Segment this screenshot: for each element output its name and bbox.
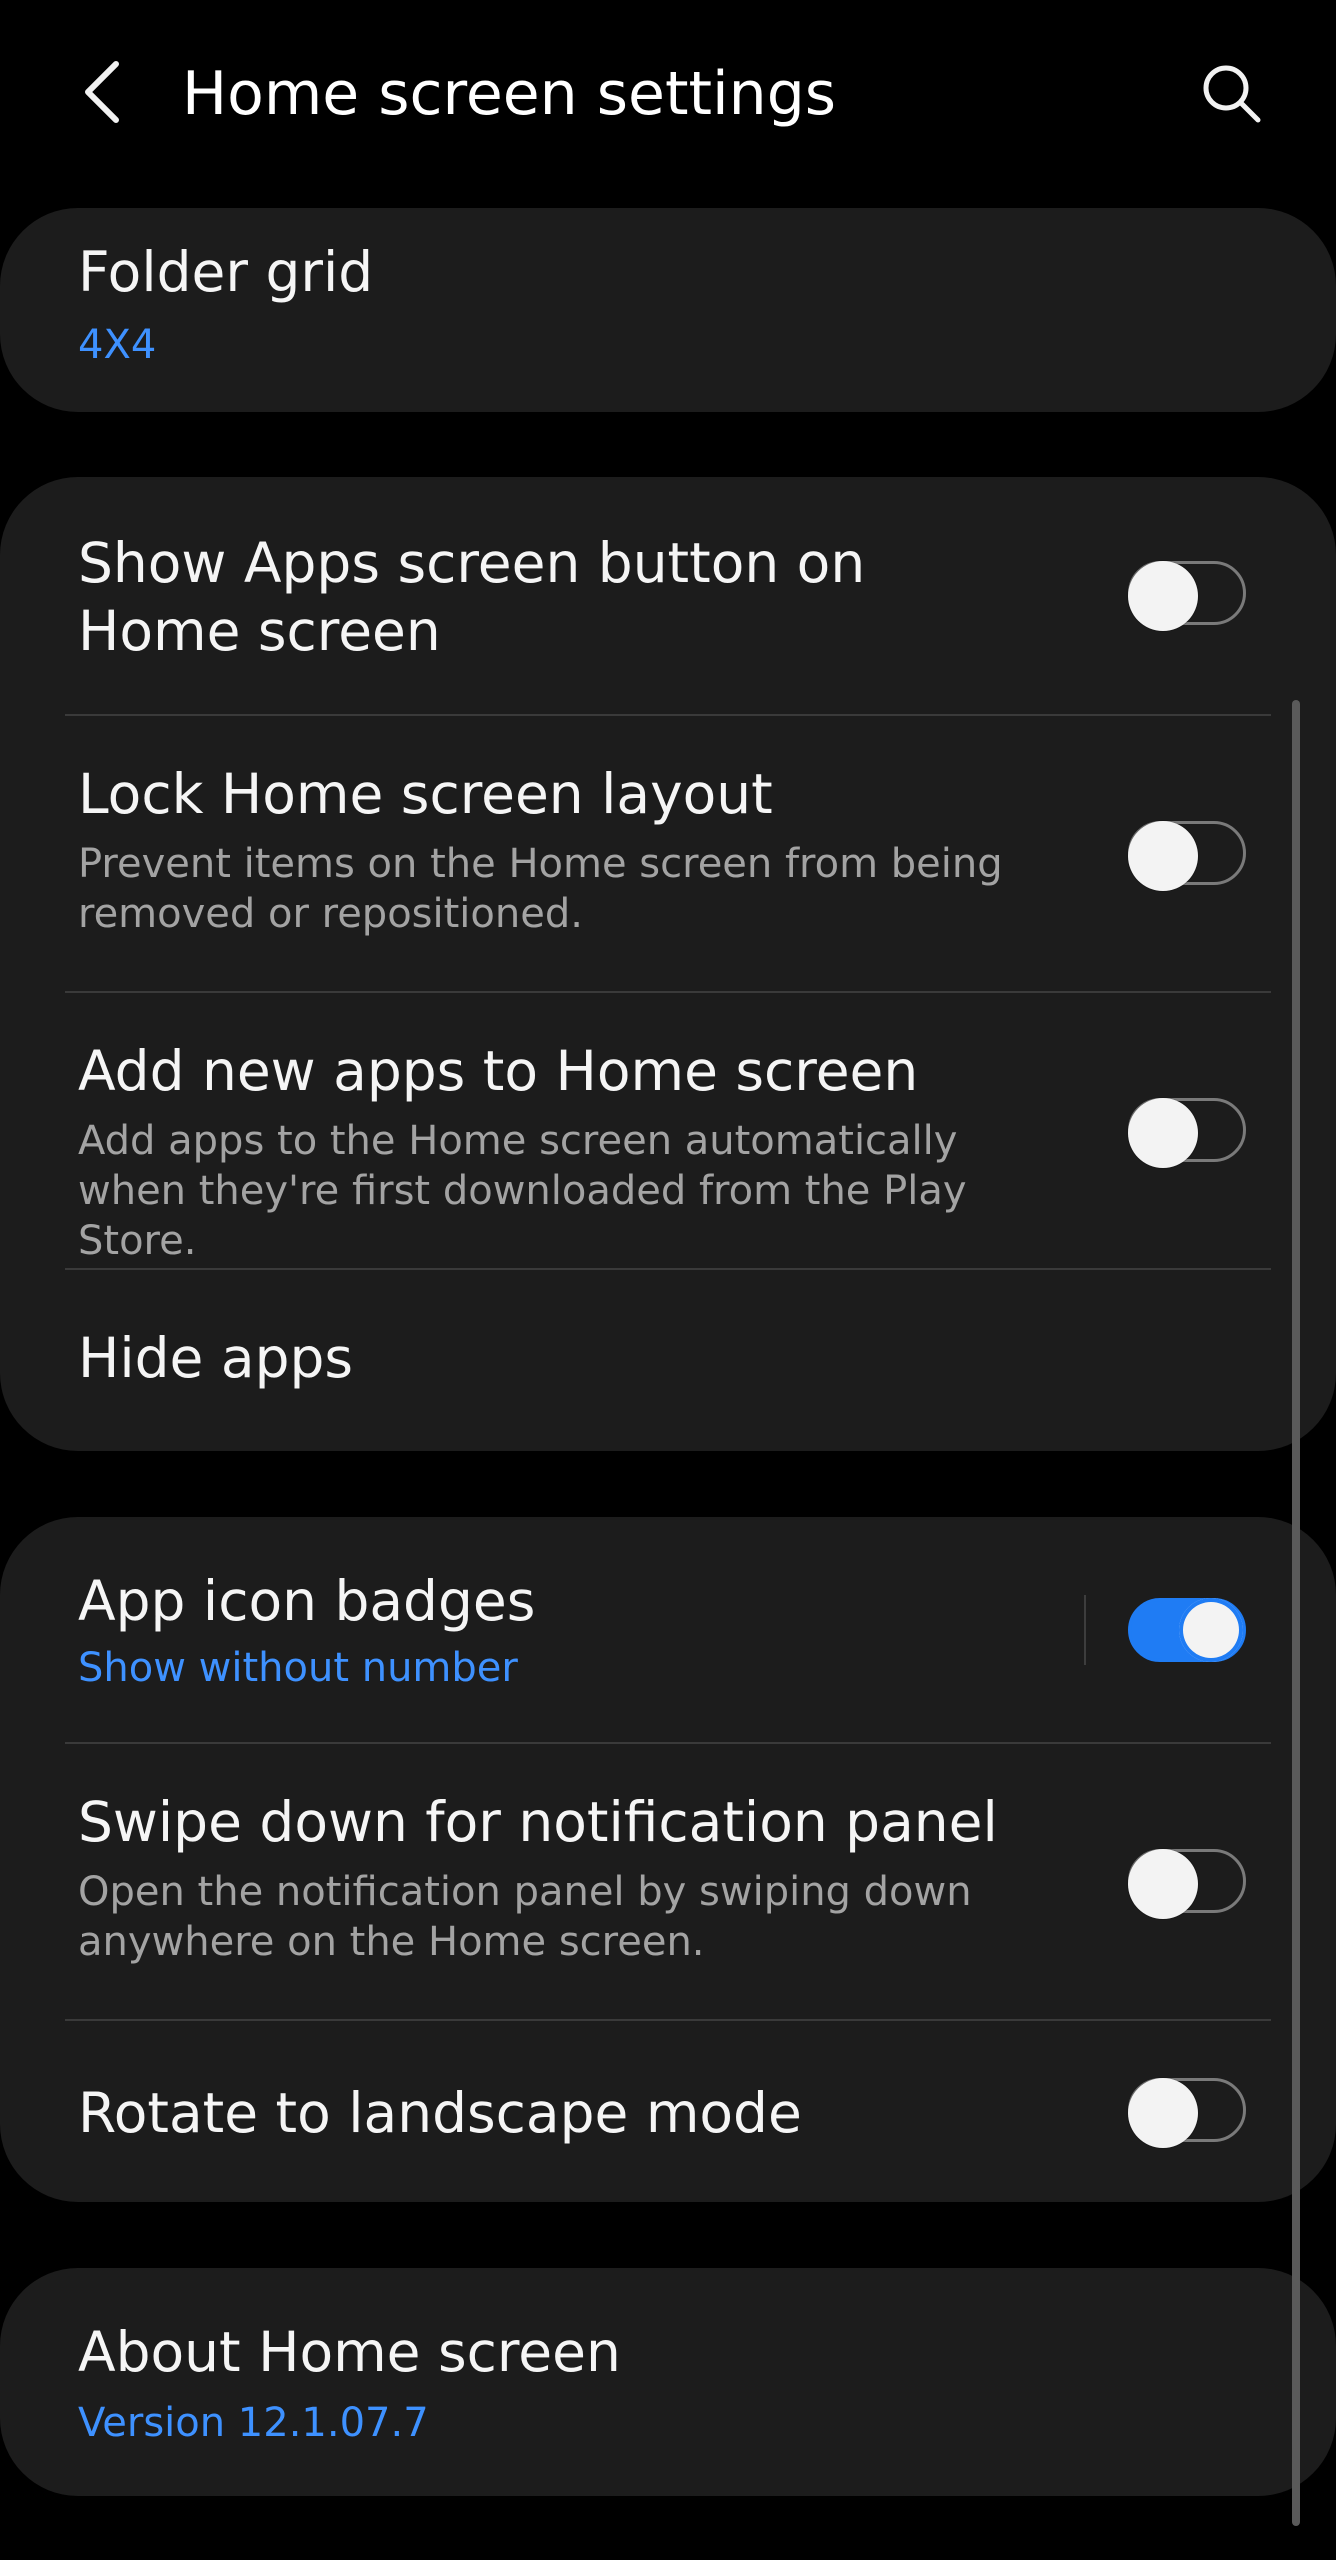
folder-grid-row[interactable]: Folder grid 4X4 [0,208,1336,412]
about-title: About Home screen [78,2320,621,2384]
app-icon-badges-row[interactable]: App icon badges Show without number [0,1517,1336,1743]
hide-apps-row[interactable]: Hide apps [0,1270,1336,1451]
layout-options-card: Show Apps screen button on Home screen L… [0,477,1336,1451]
lock-layout-description: Prevent items on the Home screen from be… [78,841,1003,937]
hide-apps-title: Hide apps [78,1326,354,1390]
show-apps-button-toggle[interactable] [1128,561,1246,631]
toggle-knob [1128,561,1198,631]
lock-layout-row[interactable]: Lock Home screen layout Prevent items on… [0,716,1336,992]
search-button[interactable] [1190,52,1274,136]
about-version: Version 12.1.07.7 [78,2400,429,2446]
toggle-knob [1128,1098,1198,1168]
toggle-knob [1128,821,1198,891]
search-icon [1203,65,1261,123]
behavior-options-card: App icon badges Show without number Swip… [0,1517,1336,2202]
add-new-apps-row[interactable]: Add new apps to Home screen Add apps to … [0,993,1336,1269]
folder-grid-value: 4X4 [78,322,157,368]
swipe-down-toggle[interactable] [1128,1849,1246,1919]
swipe-down-description: Open the notification panel by swiping d… [78,1869,972,1965]
rotate-landscape-row[interactable]: Rotate to landscape mode [0,2021,1336,2202]
swipe-down-row[interactable]: Swipe down for notification panel Open t… [0,1744,1336,2020]
about-card: About Home screen Version 12.1.07.7 [0,2268,1336,2496]
swipe-down-title: Swipe down for notification panel [78,1790,998,1854]
chevron-left-icon [85,61,119,123]
rotate-landscape-title: Rotate to landscape mode [78,2081,802,2145]
page-title: Home screen settings [182,59,837,129]
lock-layout-toggle[interactable] [1128,821,1246,891]
app-icon-badges-toggle[interactable] [1128,1598,1246,1662]
scrollbar[interactable] [1292,700,1300,2526]
app-icon-badges-title: App icon badges [78,1569,536,1633]
toggle-knob [1179,1598,1243,1662]
about-home-screen-row[interactable]: About Home screen Version 12.1.07.7 [0,2268,1336,2496]
folder-grid-card: Folder grid 4X4 [0,208,1336,412]
rotate-landscape-toggle[interactable] [1128,2078,1246,2148]
show-apps-button-row[interactable]: Show Apps screen button on Home screen [0,477,1336,715]
app-icon-badges-value: Show without number [78,1645,518,1691]
folder-grid-title: Folder grid [78,240,374,304]
add-new-apps-toggle[interactable] [1128,1098,1246,1168]
vertical-separator [1084,1595,1086,1665]
show-apps-button-title: Show Apps screen button on Home screen [78,531,866,663]
toggle-knob [1128,2078,1198,2148]
top-app-bar: Home screen settings [0,0,1336,190]
add-new-apps-description: Add apps to the Home screen automaticall… [78,1118,967,1264]
toggle-knob [1128,1849,1198,1919]
lock-layout-title: Lock Home screen layout [78,762,773,826]
back-button[interactable] [62,52,142,132]
add-new-apps-title: Add new apps to Home screen [78,1039,919,1103]
